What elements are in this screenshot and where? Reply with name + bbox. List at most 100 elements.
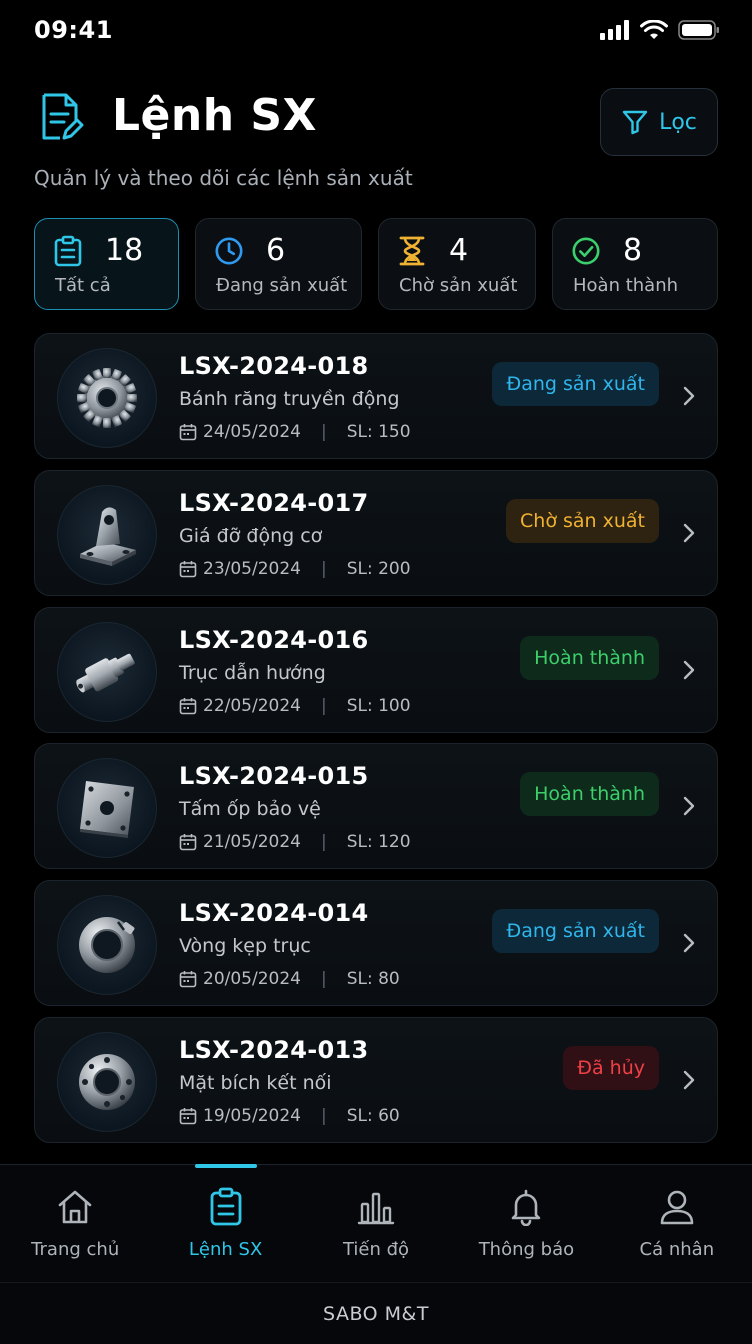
meta-divider: | (320, 969, 327, 990)
order-code: LSX-2024-014 (179, 899, 369, 928)
status-badge: Đang sản xuất (492, 362, 659, 406)
product-thumbnail (57, 484, 157, 585)
status-summary: 18 Tất cả 6 Đang sản xuất 4 Chờ sản xuất… (34, 218, 718, 310)
order-card[interactable]: LSX-2024-014 Vòng kẹp trục 20/05/2024 | … (34, 880, 718, 1007)
order-card[interactable]: LSX-2024-018 Bánh răng truyền động 24/05… (34, 333, 718, 459)
stat-card-all[interactable]: 18 Tất cả (34, 218, 179, 310)
order-meta: 24/05/2024 | SL: 150 (179, 422, 411, 442)
meta-divider: | (320, 832, 327, 853)
flange-part-icon (79, 1053, 135, 1110)
stat-count: 6 (266, 233, 286, 268)
calendar-icon (179, 424, 197, 441)
chevron-right-icon (683, 386, 695, 406)
product-name: Bánh răng truyền động (179, 388, 400, 410)
active-tab-indicator (194, 1164, 257, 1168)
status-badge: Hoàn thành (520, 635, 659, 680)
order-code: LSX-2024-018 (179, 352, 369, 380)
order-quantity: SL: 80 (346, 969, 400, 990)
bracket-part-icon (80, 507, 136, 566)
stat-label: Chờ sản xuất (399, 275, 518, 296)
product-name: Giá đỡ động cơ (179, 524, 323, 547)
meta-divider: | (320, 1105, 327, 1126)
order-quantity: SL: 120 (346, 832, 411, 853)
order-code: LSX-2024-017 (179, 488, 369, 517)
chevron-right-icon (683, 660, 695, 679)
bar-chart-icon (357, 1192, 395, 1225)
nav-item-progress[interactable]: Tiến độ (301, 1165, 451, 1282)
user-icon (660, 1190, 694, 1225)
order-date: 24/05/2024 (203, 422, 301, 442)
calendar-icon (179, 834, 197, 851)
calendar-icon (179, 560, 197, 578)
product-thumbnail (57, 758, 157, 859)
wifi-icon (640, 20, 668, 39)
nav-item-home[interactable]: Trang chủ (0, 1165, 150, 1282)
order-quantity: SL: 200 (346, 558, 411, 579)
order-date: 23/05/2024 (203, 558, 301, 579)
order-card[interactable]: LSX-2024-015 Tấm ốp bảo vệ 21/05/2024 | … (34, 743, 718, 870)
product-name: Mặt bích kết nối (179, 1071, 332, 1094)
order-list: LSX-2024-018 Bánh răng truyền động 24/05… (34, 333, 718, 1154)
calendar-icon (179, 1107, 197, 1125)
stat-card-waiting[interactable]: 4 Chờ sản xuất (378, 218, 536, 310)
nav-label: Thông báo (478, 1239, 575, 1260)
filter-label: Lọc (659, 109, 697, 135)
order-date: 19/05/2024 (203, 1105, 301, 1126)
stat-card-completed[interactable]: 8 Hoàn thành (552, 218, 718, 310)
stat-label: Đang sản xuất (216, 275, 348, 296)
stat-card-in-production[interactable]: 6 Đang sản xuất (195, 218, 362, 310)
order-code: LSX-2024-016 (179, 625, 369, 654)
battery-icon (678, 20, 719, 40)
status-icons (600, 20, 720, 40)
status-badge: Đã hủy (563, 1045, 659, 1090)
nav-item-profile[interactable]: Cá nhân (602, 1165, 752, 1282)
bottom-navigation: Trang chủ Lệnh SX Tiến độ Thông báo Cá n… (0, 1164, 752, 1282)
nav-item-orders[interactable]: Lệnh SX (150, 1164, 300, 1282)
page-title: Lệnh SX (112, 90, 317, 141)
cellular-signal-icon (600, 20, 629, 40)
stat-count: 18 (105, 233, 144, 268)
order-card[interactable]: LSX-2024-017 Giá đỡ động cơ 23/05/2024 |… (34, 469, 718, 596)
order-date: 20/05/2024 (203, 969, 301, 990)
nav-label: Tiến độ (342, 1239, 410, 1260)
filter-button[interactable]: Lọc (600, 88, 718, 156)
stat-count: 4 (449, 233, 469, 268)
chevron-right-icon (683, 933, 695, 953)
page-subtitle: Quản lý và theo dõi các lệnh sản xuất (34, 166, 413, 190)
chevron-right-icon (683, 523, 695, 542)
product-thumbnail (57, 621, 157, 722)
stat-count: 8 (623, 233, 643, 268)
product-name: Tấm ốp bảo vệ (179, 798, 321, 821)
status-badge: Đang sản xuất (492, 909, 659, 954)
order-date: 22/05/2024 (203, 695, 301, 716)
nav-label: Trang chủ (31, 1239, 120, 1260)
order-code: LSX-2024-013 (179, 1035, 369, 1064)
meta-divider: | (320, 558, 327, 579)
chevron-right-icon (683, 1070, 695, 1090)
product-thumbnail (57, 1031, 157, 1132)
calendar-icon (179, 971, 197, 988)
order-quantity: SL: 150 (346, 422, 411, 442)
clamp-ring-part-icon (79, 917, 135, 974)
product-name: Vòng kẹp trục (179, 935, 311, 958)
clipboard-icon (54, 235, 82, 267)
chevron-right-icon (683, 797, 695, 816)
calendar-icon (179, 697, 197, 714)
order-meta: 20/05/2024 | SL: 80 (179, 969, 400, 989)
nav-item-notifications[interactable]: Thông báo (451, 1165, 601, 1282)
status-bar: 09:41 (0, 0, 752, 64)
page-header: Lệnh SX Lọc (34, 88, 718, 158)
meta-divider: | (320, 695, 327, 716)
filter-icon (622, 110, 648, 135)
order-quantity: SL: 100 (346, 695, 411, 716)
product-thumbnail (57, 895, 157, 996)
order-card[interactable]: LSX-2024-016 Trục dẫn hướng 22/05/2024 |… (34, 606, 718, 733)
footer-brand: SABO M&T (0, 1282, 752, 1344)
plate-part-icon (80, 781, 134, 839)
nav-label: Cá nhân (639, 1239, 715, 1260)
clipboard-icon (210, 1187, 242, 1226)
clock-icon (215, 237, 243, 265)
order-meta: 23/05/2024 | SL: 200 (179, 559, 411, 579)
meta-divider: | (320, 422, 327, 442)
order-card[interactable]: LSX-2024-013 Mặt bích kết nối 19/05/2024… (34, 1016, 718, 1143)
